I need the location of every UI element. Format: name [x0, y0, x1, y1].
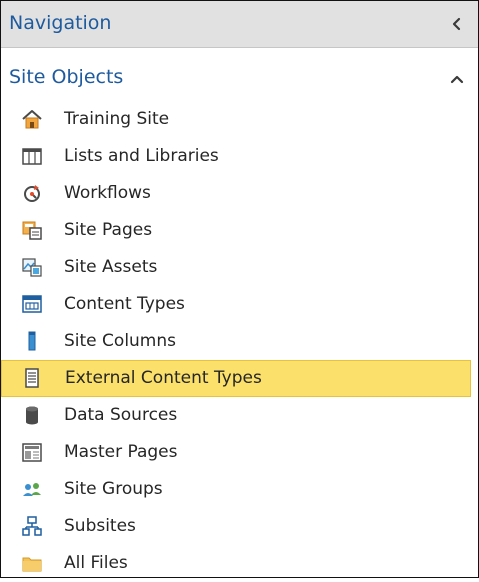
nav-item-label: Data Sources — [64, 405, 178, 425]
external-content-types-icon — [21, 367, 43, 389]
workflow-icon — [21, 182, 43, 204]
home-icon — [21, 108, 43, 130]
nav-item-subsites[interactable]: Subsites — [1, 508, 478, 545]
nav-item-label: All Files — [64, 553, 128, 573]
users-icon — [21, 478, 43, 500]
nav-item-label: Master Pages — [64, 442, 178, 462]
navigation-title: Navigation — [9, 12, 112, 34]
nav-item-site-assets[interactable]: Site Assets — [1, 249, 478, 286]
nav-item-label: Site Pages — [64, 220, 153, 240]
nav-item-label: Lists and Libraries — [64, 146, 219, 166]
nav-item-label: External Content Types — [65, 368, 262, 388]
nav-item-label: Content Types — [64, 294, 185, 314]
nav-item-label: Training Site — [64, 109, 170, 129]
folder-icon — [21, 552, 43, 574]
nav-item-label: Site Columns — [64, 331, 177, 351]
site-assets-icon — [21, 256, 43, 278]
nav-item-site-groups[interactable]: Site Groups — [1, 471, 478, 508]
nav-item-label: Site Assets — [64, 257, 158, 277]
section-title: Site Objects — [9, 66, 124, 88]
subsites-icon — [21, 515, 43, 537]
database-icon — [21, 404, 43, 426]
nav-item-site-columns[interactable]: Site Columns — [1, 323, 478, 360]
nav-item-label: Subsites — [64, 516, 136, 536]
nav-item-lists-and-libraries[interactable]: Lists and Libraries — [1, 138, 478, 175]
list-table-icon — [21, 145, 43, 167]
navigation-header: Navigation — [1, 1, 478, 48]
nav-item-training-site[interactable]: Training Site — [1, 101, 478, 138]
nav-item-data-sources[interactable]: Data Sources — [1, 397, 478, 434]
site-objects-list: Training Site Lists and Libraries Workfl… — [1, 101, 478, 582]
site-objects-section-header[interactable]: Site Objects — [1, 57, 478, 97]
chevron-up-icon[interactable] — [448, 71, 466, 89]
nav-item-label: Workflows — [64, 183, 151, 203]
master-pages-icon — [21, 441, 43, 463]
nav-item-external-content-types[interactable]: External Content Types — [1, 360, 471, 397]
nav-item-content-types[interactable]: Content Types — [1, 286, 478, 323]
nav-item-all-files[interactable]: All Files — [1, 545, 478, 582]
site-pages-icon — [21, 219, 43, 241]
site-columns-icon — [21, 330, 43, 352]
nav-item-site-pages[interactable]: Site Pages — [1, 212, 478, 249]
content-types-icon — [21, 293, 43, 315]
nav-item-master-pages[interactable]: Master Pages — [1, 434, 478, 471]
navigation-pane: Navigation Site Objects Training Site Li… — [0, 0, 479, 578]
chevron-left-icon[interactable] — [448, 15, 466, 33]
nav-item-workflows[interactable]: Workflows — [1, 175, 478, 212]
nav-item-label: Site Groups — [64, 479, 163, 499]
